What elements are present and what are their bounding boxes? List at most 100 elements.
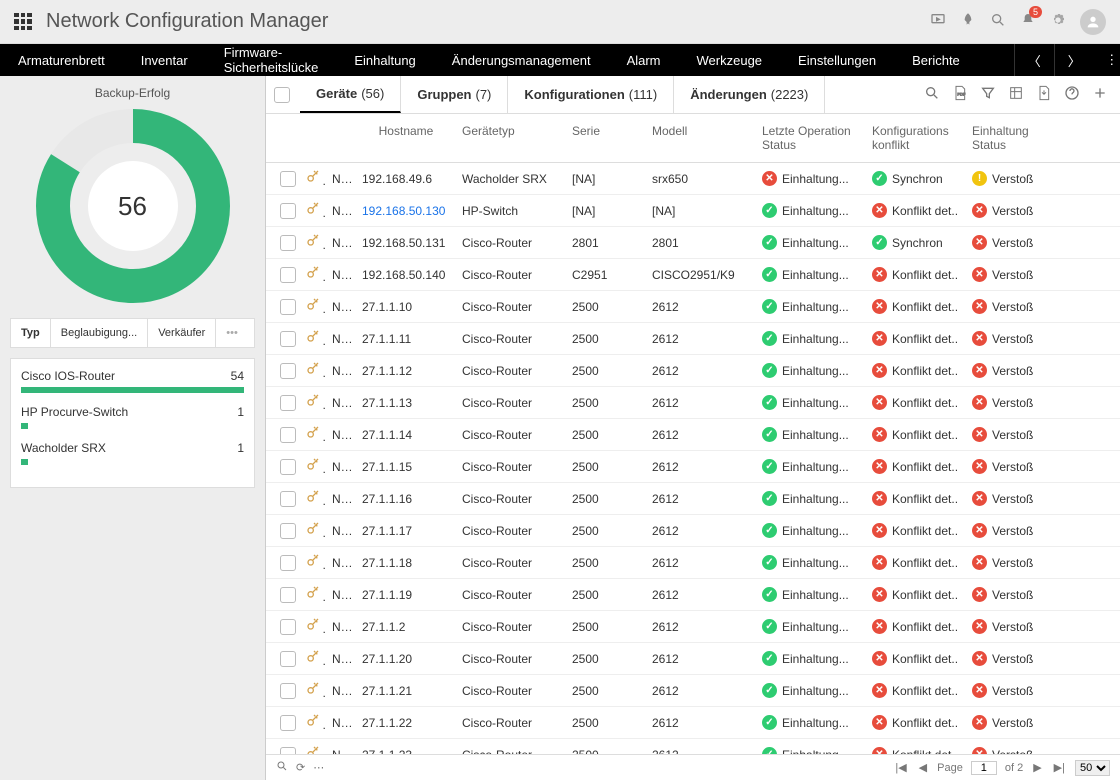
- cell-ip[interactable]: 192.168.50.130: [356, 204, 456, 218]
- row-checkbox[interactable]: [280, 203, 296, 219]
- col-model[interactable]: Modell: [646, 120, 756, 142]
- status-dot: ✓: [762, 491, 777, 506]
- search-icon[interactable]: [990, 12, 1006, 31]
- table-row[interactable]: N... 27.1.1.16 Cisco-Router 2500 2612 ✓E…: [266, 483, 1120, 515]
- columns-icon[interactable]: [1008, 85, 1024, 104]
- type-row[interactable]: Cisco IOS-Router54: [21, 369, 244, 393]
- search-icon[interactable]: [276, 760, 288, 775]
- settings-icon[interactable]: ⋯: [313, 761, 324, 774]
- col-type[interactable]: Gerätetyp: [456, 120, 566, 142]
- row-checkbox[interactable]: [280, 235, 296, 251]
- table-row[interactable]: N... 27.1.1.23 Cisco-Router 2500 2612 ✓E…: [266, 739, 1120, 754]
- menu-einhaltung[interactable]: Einhaltung: [336, 44, 433, 76]
- search-icon[interactable]: [924, 85, 940, 104]
- cell-compliance: ✕Verstoß: [966, 363, 1056, 378]
- row-checkbox[interactable]: [280, 395, 296, 411]
- row-checkbox[interactable]: [280, 523, 296, 539]
- table-row[interactable]: N... 27.1.1.10 Cisco-Router 2500 2612 ✓E…: [266, 291, 1120, 323]
- gear-icon[interactable]: [1050, 12, 1066, 31]
- side-tab-1[interactable]: Beglaubigung...: [51, 319, 148, 347]
- table-row[interactable]: N... 192.168.50.131 Cisco-Router 2801 28…: [266, 227, 1120, 259]
- menu-änderungsmanagement[interactable]: Änderungsmanagement: [434, 44, 609, 76]
- filter-icon[interactable]: [980, 85, 996, 104]
- row-checkbox[interactable]: [280, 171, 296, 187]
- table-row[interactable]: N... 27.1.1.14 Cisco-Router 2500 2612 ✓E…: [266, 419, 1120, 451]
- row-checkbox[interactable]: [280, 267, 296, 283]
- table-row[interactable]: N... 27.1.1.21 Cisco-Router 2500 2612 ✓E…: [266, 675, 1120, 707]
- rocket-icon[interactable]: [960, 12, 976, 31]
- row-checkbox[interactable]: [280, 427, 296, 443]
- row-checkbox[interactable]: [280, 747, 296, 755]
- table-row[interactable]: N... 27.1.1.19 Cisco-Router 2500 2612 ✓E…: [266, 579, 1120, 611]
- row-checkbox[interactable]: [280, 619, 296, 635]
- cell-type: Cisco-Router: [456, 620, 566, 634]
- nav-next[interactable]: 〉: [1054, 44, 1094, 76]
- tab-geräte[interactable]: Geräte (56): [300, 76, 401, 113]
- row-checkbox[interactable]: [280, 459, 296, 475]
- side-tab-2[interactable]: Verkäufer: [148, 319, 216, 347]
- page-last[interactable]: ▶|: [1052, 761, 1067, 774]
- tab-änderungen[interactable]: Änderungen (2223): [674, 76, 825, 113]
- col-conflict[interactable]: Konfigurations konflikt: [866, 120, 966, 156]
- page-first[interactable]: |◀: [893, 761, 908, 774]
- table-row[interactable]: N... 27.1.1.15 Cisco-Router 2500 2612 ✓E…: [266, 451, 1120, 483]
- table-row[interactable]: N... 192.168.49.6 Wacholder SRX [NA] srx…: [266, 163, 1120, 195]
- menu-firmware-sicherheitslücke[interactable]: Firmware-Sicherheitslücke: [206, 44, 337, 76]
- col-compliance[interactable]: Einhaltung Status: [966, 120, 1056, 156]
- status-dot: ✓: [762, 747, 777, 754]
- tab-gruppen[interactable]: Gruppen (7): [401, 76, 508, 113]
- table-row[interactable]: N... 192.168.50.130 HP-Switch [NA] [NA] …: [266, 195, 1120, 227]
- table-row[interactable]: N... 192.168.50.140 Cisco-Router C2951 C…: [266, 259, 1120, 291]
- nav-prev[interactable]: 〈: [1014, 44, 1054, 76]
- row-checkbox[interactable]: [280, 683, 296, 699]
- page-size[interactable]: 50: [1075, 760, 1110, 776]
- type-row[interactable]: Wacholder SRX1: [21, 441, 244, 465]
- side-tab-more[interactable]: •••: [216, 319, 246, 347]
- row-checkbox[interactable]: [280, 491, 296, 507]
- row-checkbox[interactable]: [280, 363, 296, 379]
- side-tab-0[interactable]: Typ: [11, 319, 51, 347]
- table-row[interactable]: N... 27.1.1.11 Cisco-Router 2500 2612 ✓E…: [266, 323, 1120, 355]
- bell-icon[interactable]: 5: [1020, 12, 1036, 31]
- refresh-icon[interactable]: ⟳: [296, 761, 305, 774]
- presentation-icon[interactable]: [930, 12, 946, 31]
- menu-berichte[interactable]: Berichte: [894, 44, 978, 76]
- add-icon[interactable]: [1092, 85, 1108, 104]
- menu-alarm[interactable]: Alarm: [609, 44, 679, 76]
- select-all-checkbox[interactable]: [274, 87, 290, 103]
- menu-inventar[interactable]: Inventar: [123, 44, 206, 76]
- menu-werkzeuge[interactable]: Werkzeuge: [679, 44, 781, 76]
- row-checkbox[interactable]: [280, 299, 296, 315]
- apps-icon[interactable]: [14, 13, 32, 31]
- row-checkbox[interactable]: [280, 331, 296, 347]
- export-icon[interactable]: [1036, 85, 1052, 104]
- pdf-icon[interactable]: PDF: [952, 85, 968, 104]
- col-hostname[interactable]: Hostname: [356, 120, 456, 142]
- table-row[interactable]: N... 27.1.1.2 Cisco-Router 2500 2612 ✓Ei…: [266, 611, 1120, 643]
- row-checkbox[interactable]: [280, 715, 296, 731]
- row-checkbox[interactable]: [280, 587, 296, 603]
- row-checkbox[interactable]: [280, 651, 296, 667]
- cell-ip: 27.1.1.2: [356, 620, 456, 634]
- page-next[interactable]: ▶: [1031, 761, 1043, 774]
- table-row[interactable]: N... 27.1.1.20 Cisco-Router 2500 2612 ✓E…: [266, 643, 1120, 675]
- help-icon[interactable]: [1064, 85, 1080, 104]
- table-row[interactable]: N... 27.1.1.17 Cisco-Router 2500 2612 ✓E…: [266, 515, 1120, 547]
- menu-einstellungen[interactable]: Einstellungen: [780, 44, 894, 76]
- row-checkbox[interactable]: [280, 555, 296, 571]
- avatar[interactable]: [1080, 9, 1106, 35]
- type-row[interactable]: HP Procurve-Switch1: [21, 405, 244, 429]
- table-row[interactable]: N... 27.1.1.12 Cisco-Router 2500 2612 ✓E…: [266, 355, 1120, 387]
- menu-more[interactable]: ⋮: [1094, 44, 1120, 76]
- tab-konfigurationen[interactable]: Konfigurationen (111): [508, 76, 674, 113]
- page-prev[interactable]: ◀: [917, 761, 929, 774]
- key-icon: [300, 457, 326, 476]
- table-row[interactable]: N... 27.1.1.18 Cisco-Router 2500 2612 ✓E…: [266, 547, 1120, 579]
- table-row[interactable]: N... 27.1.1.13 Cisco-Router 2500 2612 ✓E…: [266, 387, 1120, 419]
- cell-type: Cisco-Router: [456, 364, 566, 378]
- col-serie[interactable]: Serie: [566, 120, 646, 142]
- table-row[interactable]: N... 27.1.1.22 Cisco-Router 2500 2612 ✓E…: [266, 707, 1120, 739]
- menu-armaturenbrett[interactable]: Armaturenbrett: [0, 44, 123, 76]
- col-opstatus[interactable]: Letzte Operation Status: [756, 120, 866, 156]
- page-input[interactable]: [971, 761, 997, 775]
